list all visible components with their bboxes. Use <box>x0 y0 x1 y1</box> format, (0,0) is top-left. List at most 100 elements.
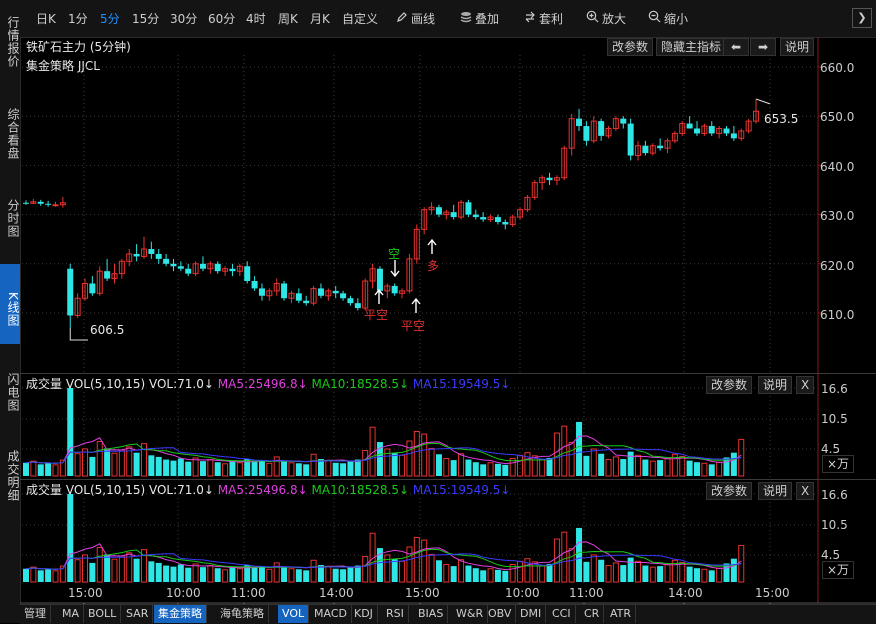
vol1-axis-tick: 4.5 <box>821 442 841 456</box>
candle-body <box>37 201 44 204</box>
candle-body <box>657 145 664 149</box>
tab-dmi[interactable]: DMI <box>516 605 547 623</box>
volume-bar <box>207 565 214 583</box>
volume-bar <box>303 464 310 476</box>
volume-bar <box>576 527 583 582</box>
candle-body <box>502 221 509 225</box>
vol1-title: 成交量 <box>26 377 63 391</box>
volume-bar <box>657 460 664 476</box>
candle-body <box>185 268 192 274</box>
candle-body <box>620 118 627 124</box>
volume-bar <box>111 452 118 477</box>
vol2-header: 成交量 VOL(5,10,15) VOL:71.0↓ MA5:25496.8↓ … <box>26 481 510 498</box>
time-tick: 14:00 <box>668 586 703 600</box>
volume-bar <box>553 432 560 477</box>
volume-bar <box>480 464 487 476</box>
indicator-tabs: 管理 MA BOLL SAR 集金策略 海龟策略 VOL MACD KDJ RS… <box>20 604 876 624</box>
volume-bar <box>185 567 192 582</box>
volume-bar <box>708 464 715 476</box>
volume-bar <box>590 448 597 477</box>
volume-bar <box>155 562 162 582</box>
volume-bar <box>354 459 361 476</box>
volume-bar <box>23 568 29 582</box>
candle-body <box>133 253 140 257</box>
candle-body <box>583 126 590 141</box>
tab-rsi[interactable]: RSI <box>382 605 409 623</box>
vol1-close-button[interactable]: X <box>796 376 815 394</box>
vol2-params-button[interactable]: 改参数 <box>706 482 753 500</box>
volume-bar <box>605 565 612 583</box>
candle-body <box>627 123 634 156</box>
volume-bar <box>222 463 229 477</box>
time-tick: 11:00 <box>231 586 266 600</box>
tab-kdj[interactable]: KDJ <box>350 605 378 623</box>
candle-body <box>480 217 487 220</box>
candle-body <box>686 123 693 129</box>
volume-bar <box>340 463 347 476</box>
last-price-label: 653.5 <box>764 112 799 126</box>
volume-bar <box>354 565 361 582</box>
candle-body <box>295 293 302 301</box>
tab-turtle[interactable]: 海龟策略 <box>216 605 269 623</box>
volume-bar <box>494 569 501 582</box>
vol1-help-button[interactable]: 说明 <box>758 376 793 394</box>
tab-sar[interactable]: SAR <box>122 605 154 623</box>
candle-body <box>163 258 170 264</box>
tab-jjcl[interactable]: 集金策略 <box>154 605 207 623</box>
volume-bar <box>635 560 642 583</box>
volume-bar <box>413 536 420 583</box>
volume-bar <box>421 539 428 583</box>
tab-cci[interactable]: CCI <box>548 605 576 623</box>
tab-obv[interactable]: OBV <box>484 605 517 623</box>
volume-bar <box>45 463 52 476</box>
volume-bar <box>45 569 52 582</box>
volume-bar <box>568 442 575 477</box>
volume-bar <box>620 565 627 582</box>
candle-body <box>214 263 221 272</box>
volume-bar <box>465 459 472 476</box>
volume-bar <box>443 564 450 583</box>
volume-bar <box>89 562 96 582</box>
volume-bar <box>620 459 627 476</box>
tab-macd[interactable]: MACD <box>310 605 352 623</box>
candle-body <box>332 290 339 294</box>
tab-vol[interactable]: VOL <box>278 605 310 623</box>
volume-bar <box>657 566 664 582</box>
volume-ma-line-10 <box>25 548 742 570</box>
tab-wr[interactable]: W&R <box>452 605 489 623</box>
volume-bar <box>310 453 317 477</box>
tab-manage[interactable]: 管理 <box>20 605 51 623</box>
tab-atr[interactable]: ATR <box>606 605 637 623</box>
volume-bar <box>74 559 81 583</box>
volume-bar <box>67 388 74 476</box>
volume-bar <box>89 456 96 476</box>
price-tick: 610.0 <box>820 308 855 322</box>
volume-bar <box>546 457 553 476</box>
volume-bar <box>664 564 671 583</box>
kline-chart[interactable] <box>0 0 876 623</box>
volume-bar <box>236 568 243 583</box>
vol1-params-button[interactable]: 改参数 <box>706 376 753 394</box>
volume-bar <box>96 547 103 583</box>
signal-short: 空 <box>388 247 401 261</box>
candle-body <box>435 207 442 215</box>
signal-close-short-1: 平空 <box>364 308 389 322</box>
volume-bar <box>104 554 111 582</box>
tab-boll[interactable]: BOLL <box>84 605 122 623</box>
volume-bar <box>104 448 111 476</box>
volume-bar <box>214 462 221 476</box>
volume-bar <box>458 453 465 477</box>
vol2-help-button[interactable]: 说明 <box>758 482 793 500</box>
volume-bar <box>612 456 619 477</box>
vol2-axis-tick: 10.5 <box>821 518 848 532</box>
vol2-vol: VOL:71.0↓ <box>148 483 214 497</box>
time-tick: 10:00 <box>166 586 201 600</box>
vol1-unit: ×万 <box>822 455 855 473</box>
tab-ma[interactable]: MA <box>58 605 85 623</box>
vol2-close-button[interactable]: X <box>796 482 815 500</box>
volume-bar <box>266 462 273 477</box>
volume-bar <box>199 461 206 476</box>
volume-bar <box>487 462 494 477</box>
tab-bias[interactable]: BIAS <box>414 605 449 623</box>
tab-cr[interactable]: CR <box>580 605 605 623</box>
